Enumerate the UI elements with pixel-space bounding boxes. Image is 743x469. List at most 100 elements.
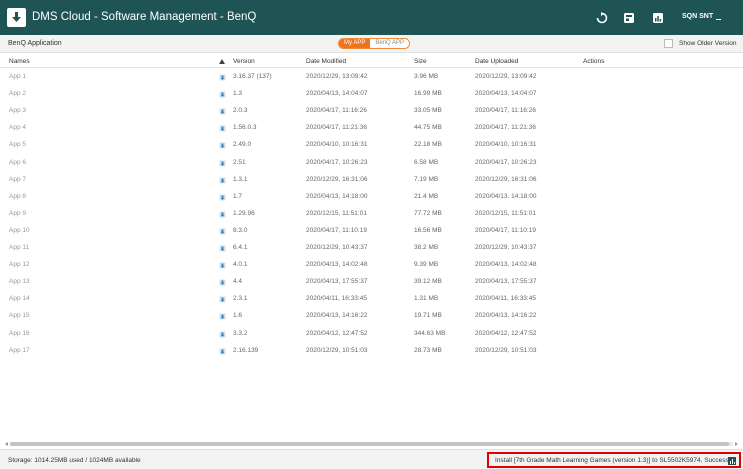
table-row[interactable]: App 9 1.29.96 2020/12/15, 11:51:01 77.72 MB… (0, 205, 743, 222)
column-header-actions: Actions (583, 58, 605, 65)
download-icon[interactable] (219, 279, 226, 286)
column-header-names[interactable]: Names (9, 58, 30, 65)
table-row[interactable]: App 5 2.49.0 2020/04/10, 10:16:31 22.18 MB 2… (0, 136, 743, 153)
cell-date-modified: 2020/04/10, 10:16:31 (306, 141, 368, 149)
cell-size: 3.96 MB (414, 73, 439, 80)
download-icon[interactable] (219, 142, 226, 149)
cell-date-modified: 2020/12/29, 16:31:06 (306, 175, 368, 183)
table-row[interactable]: App 6 2.51 2020/04/17, 10:26:23 6.58 MB 2020… (0, 154, 743, 171)
install-icon[interactable] (622, 11, 636, 25)
horizontal-scrollbar[interactable] (5, 441, 738, 447)
cell-size: 77.72 MB (414, 209, 442, 217)
cell-size: 44.75 MB (414, 124, 442, 132)
table-row[interactable]: App 13 4.4 2020/04/13, 17:55:37 39.12 MB 202… (0, 273, 743, 290)
cell-date-uploaded: 2020/04/10, 10:16:31 (475, 141, 537, 149)
show-older-checkbox[interactable] (664, 39, 673, 48)
download-icon[interactable] (219, 194, 226, 201)
cell-date-modified: 2020/12/29, 13:09:42 (306, 73, 368, 80)
download-icon[interactable] (219, 313, 226, 320)
cell-date-modified: 2020/04/13, 17:55:37 (306, 278, 368, 286)
download-icon[interactable] (219, 211, 226, 218)
cell-version: 2.16.139 (233, 346, 259, 354)
cell-name: App 14 (9, 295, 30, 303)
cell-date-modified: 2020/12/29, 10:43:37 (306, 244, 368, 251)
cell-version: 1.29.96 (233, 209, 255, 217)
download-icon[interactable] (219, 108, 226, 115)
cell-name: App 9 (9, 209, 26, 217)
storage-usage: Storage: 1014.25MB used / 1024MB availab… (8, 457, 141, 464)
cell-version: 4.0.1 (233, 261, 248, 269)
cell-date-uploaded: 2020/04/13, 14:02:48 (475, 261, 537, 269)
cell-size: 7.19 MB (414, 175, 439, 183)
cell-name: App 1 (9, 73, 26, 80)
table-row[interactable]: App 2 1.3 2020/04/13, 14:04:07 16.99 MB 2020… (0, 85, 743, 102)
show-older-label: Show Older Version (679, 40, 737, 47)
refresh-icon[interactable] (595, 11, 609, 25)
download-icon[interactable] (219, 262, 226, 269)
table-row[interactable]: App 8 1.7 2020/04/13, 14:18:00 21.4 MB 2020/… (0, 188, 743, 205)
cell-version: 2.3.1 (233, 295, 248, 303)
cell-date-uploaded: 2020/12/29, 10:51:03 (475, 346, 537, 354)
table-row[interactable]: App 14 2.3.1 2020/04/11, 16:33:45 1.31 MB 20… (0, 290, 743, 307)
user-name-label: SQN SNT (682, 13, 714, 20)
table-row[interactable]: App 7 1.3.1 2020/12/29, 16:31:06 7.19 MB 202… (0, 171, 743, 188)
chart-icon[interactable] (651, 11, 665, 25)
download-icon[interactable] (219, 245, 226, 252)
download-icon[interactable] (219, 125, 226, 132)
app-title: DMS Cloud - Software Management - BenQ (32, 11, 257, 23)
download-icon[interactable] (219, 228, 226, 235)
install-status-message: Install [7th Grade Math Learning Games (… (487, 452, 741, 468)
table-row[interactable]: App 11 6.4.1 2020/12/29, 10:43:37 38.2 MB 20… (0, 239, 743, 256)
cell-date-modified: 2020/04/13, 14:18:00 (306, 192, 368, 200)
cell-version: 1.3 (233, 90, 243, 98)
download-icon[interactable] (219, 296, 226, 303)
table-row[interactable]: App 1 3.16.37 (137) 2020/12/29, 13:09:42 3.… (0, 68, 743, 85)
tab-my-app[interactable]: My APP (339, 39, 371, 48)
sub-header: BenQ Application My APP BenQ APP Show Ol… (0, 35, 743, 53)
cell-date-uploaded: 2020/12/29, 10:43:37 (475, 244, 537, 251)
cell-version: 1.56.0.3 (233, 124, 257, 132)
cell-version: 8.3.0 (233, 226, 248, 234)
scroll-left-icon[interactable] (5, 442, 8, 446)
cell-date-modified: 2020/04/17, 11:21:36 (306, 124, 367, 132)
table-row[interactable]: App 16 3.3.2 2020/04/12, 12:47:52 344.63 MB… (0, 325, 743, 342)
cell-date-uploaded: 2020/04/17, 11:16:26 (475, 107, 536, 115)
cell-date-modified: 2020/04/13, 14:04:07 (306, 90, 368, 98)
table-row[interactable]: App 10 8.3.0 2020/04/17, 11:10:19 16.56 MB 2… (0, 222, 743, 239)
cell-version: 3.3.2 (233, 329, 248, 337)
download-icon[interactable] (219, 160, 226, 167)
cell-date-modified: 2020/04/17, 10:26:23 (306, 158, 368, 166)
cell-size: 19.71 MB (414, 312, 442, 320)
column-header-version[interactable]: Version (233, 58, 255, 65)
column-header-date-uploaded[interactable]: Date Uploaded (475, 58, 518, 65)
download-icon[interactable] (219, 177, 226, 184)
status-text: Install [7th Grade Math Learning Games (… (495, 456, 729, 464)
cell-size: 16.56 MB (414, 226, 442, 234)
tab-benq-app[interactable]: BenQ APP (370, 39, 410, 48)
download-icon[interactable] (219, 74, 226, 81)
table-row[interactable]: App 15 1.6 2020/04/13, 14:16:22 19.71 MB 202… (0, 307, 743, 324)
cell-size: 21.4 MB (414, 192, 439, 200)
download-icon[interactable] (219, 348, 226, 355)
table-row[interactable]: App 3 2.0.3 2020/04/17, 11:16:26 33.05 MB 20… (0, 102, 743, 119)
sort-ascending-icon[interactable] (219, 59, 225, 64)
user-menu[interactable]: SQN SNT (682, 13, 722, 20)
cell-size: 6.58 MB (414, 158, 439, 166)
chart-icon[interactable] (728, 457, 736, 465)
download-icon[interactable] (219, 91, 226, 98)
cell-name: App 17 (9, 346, 30, 354)
table-row[interactable]: App 12 4.0.1 2020/04/13, 14:02:48 9.39 MB 20… (0, 256, 743, 273)
column-header-size[interactable]: Size (414, 58, 427, 65)
column-header-date-modified[interactable]: Date Modified (306, 58, 346, 65)
cell-size: 9.39 MB (414, 261, 439, 269)
cell-name: App 6 (9, 158, 26, 166)
download-icon[interactable] (219, 331, 226, 338)
table-row[interactable]: App 17 2.16.139 2020/12/29, 10:51:03 28.73 … (0, 342, 743, 359)
scroll-right-icon[interactable] (735, 442, 738, 446)
cell-date-modified: 2020/04/17, 11:10:19 (306, 226, 367, 234)
cell-size: 39.12 MB (414, 278, 442, 286)
scrollbar-thumb[interactable] (10, 442, 729, 446)
table-row[interactable]: App 4 1.56.0.3 2020/04/17, 11:21:36 44.75 M… (0, 119, 743, 136)
cell-date-modified: 2020/12/15, 11:51:01 (306, 209, 367, 217)
show-older-toggle[interactable]: Show Older Version (664, 39, 736, 48)
